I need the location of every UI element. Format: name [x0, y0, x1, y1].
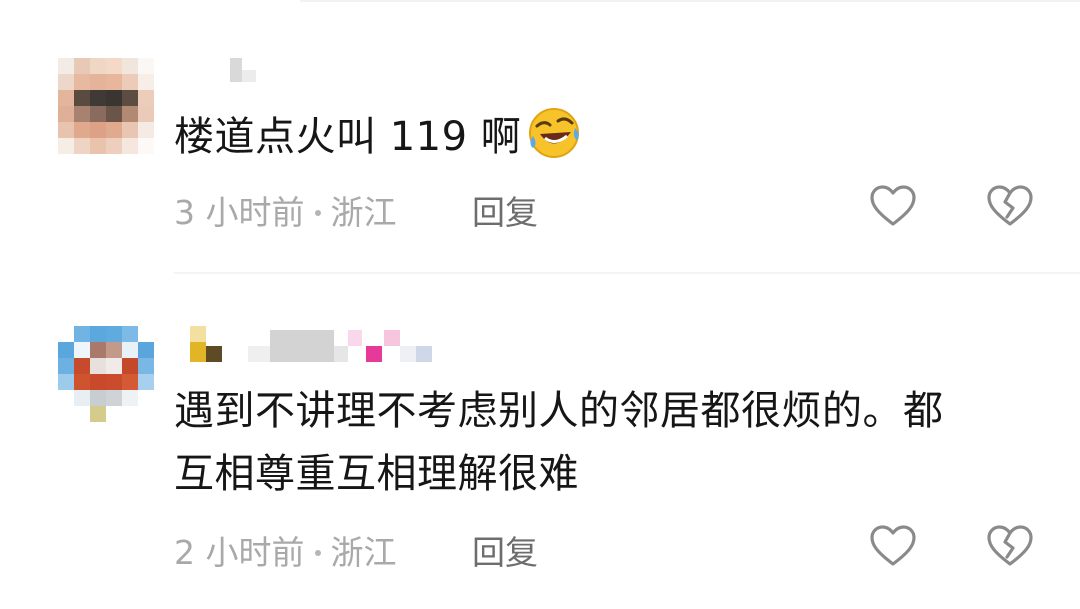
avatar[interactable] — [58, 58, 154, 154]
reply-button[interactable]: 回复 — [472, 526, 538, 574]
comment-time: 3 小时前 — [174, 193, 305, 232]
broken-heart-icon[interactable] — [986, 184, 1034, 228]
comment-text-content: 楼道点火叫 119 啊 — [174, 114, 522, 160]
comment-text-line-1: 遇到不讲理不考虑别人的邻居都很烦的。都 — [174, 388, 944, 434]
laughing-crying-emoji-icon — [529, 108, 580, 158]
username-blurred[interactable] — [230, 58, 270, 94]
comment-text: 遇到不讲理不考虑别人的邻居都很烦的。都 互相尊重互相理解很难 — [174, 380, 944, 506]
comment-meta: 3 小时前 浙江 — [174, 186, 397, 234]
meta-separator — [314, 209, 321, 216]
comment-meta: 2 小时前 浙江 — [174, 526, 397, 574]
comment-location: 浙江 — [330, 533, 397, 572]
avatar[interactable] — [58, 326, 154, 422]
heart-outline-icon[interactable] — [869, 184, 917, 228]
comment-text-line-2: 互相尊重互相理解很难 — [174, 451, 579, 497]
heart-outline-icon[interactable] — [869, 524, 917, 568]
meta-separator — [314, 549, 321, 556]
comment-item: 遇到不讲理不考虑别人的邻居都很烦的。都 互相尊重互相理解很难 2 小时前 浙江 回… — [0, 300, 1080, 609]
comment-divider — [174, 272, 1080, 274]
comment-time: 2 小时前 — [174, 533, 305, 572]
username-blurred[interactable] — [190, 326, 450, 362]
comment-location: 浙江 — [330, 193, 397, 232]
comment-text: 楼道点火叫 119 啊 — [174, 106, 581, 169]
broken-heart-icon[interactable] — [986, 524, 1034, 568]
comment-item: 楼道点火叫 119 啊 3 小时前 浙江 回复 — [0, 0, 1080, 272]
reply-button[interactable]: 回复 — [472, 186, 538, 234]
